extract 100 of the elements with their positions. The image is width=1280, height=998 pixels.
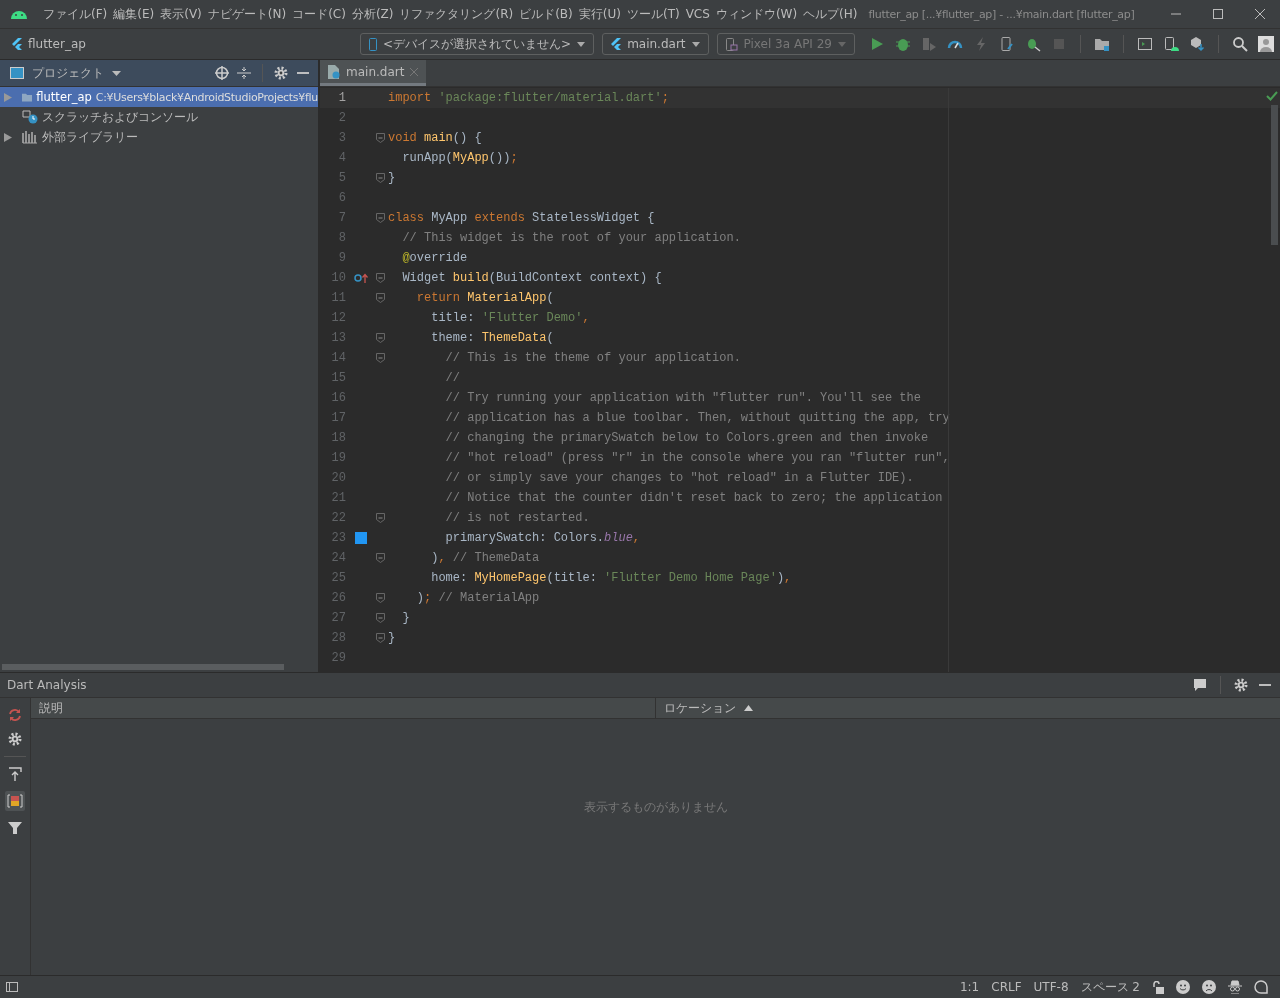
sdk-download-icon[interactable] — [1189, 36, 1205, 52]
override-icon[interactable] — [354, 273, 368, 283]
status-item[interactable]: スペース 2 — [1080, 978, 1140, 996]
collapse-all-icon[interactable] — [237, 66, 251, 80]
column-header[interactable]: ロケーション — [656, 698, 753, 718]
menu-item[interactable]: 実行(U) — [575, 5, 624, 23]
fold-icon[interactable] — [376, 333, 385, 343]
line-number: 5 — [337, 171, 346, 185]
settings-icon[interactable] — [8, 732, 22, 746]
flutter-logo-icon — [12, 37, 22, 51]
fold-icon[interactable] — [376, 553, 385, 563]
code-line: Widget build(BuildContext context) { — [401, 271, 662, 285]
line-number: 28 — [330, 631, 346, 645]
panel-toggle-icon[interactable] — [6, 982, 18, 992]
inspector-icon[interactable] — [1228, 980, 1242, 994]
menu-item[interactable]: ファイル(F) — [40, 5, 111, 23]
search-icon[interactable] — [1232, 36, 1248, 52]
menu-item[interactable]: ナビゲート(N) — [204, 5, 290, 23]
speech-bubble-icon[interactable] — [1254, 980, 1268, 994]
settings-icon[interactable] — [1234, 678, 1248, 692]
status-item[interactable]: CRLF — [991, 980, 1022, 994]
line-number: 10 — [330, 271, 346, 285]
editor-tab[interactable]: main.dart — [320, 60, 427, 86]
fold-icon[interactable] — [376, 353, 385, 363]
line-number: 26 — [330, 591, 346, 605]
line-number: 23 — [330, 531, 346, 545]
scrollbar-thumb[interactable] — [2, 664, 284, 670]
menu-item[interactable]: リファクタリング(R) — [396, 5, 517, 23]
fold-icon[interactable] — [376, 613, 385, 623]
menu-item[interactable]: 編集(E) — [110, 5, 158, 23]
tree-item[interactable]: スクラッチおよびコンソール — [0, 107, 318, 127]
export-icon[interactable] — [8, 767, 22, 781]
filter-icon[interactable] — [8, 821, 22, 835]
settings-icon[interactable] — [274, 66, 288, 80]
phone-icon — [369, 37, 378, 51]
folder-icon[interactable] — [1094, 36, 1110, 52]
tree-item[interactable]: 外部ライブラリー — [0, 127, 318, 147]
fold-icon[interactable] — [376, 633, 385, 643]
device-manager-icon[interactable] — [1163, 36, 1179, 52]
line-number: 12 — [330, 311, 346, 325]
fold-icon[interactable] — [376, 513, 385, 523]
menu-item[interactable]: コード(C) — [289, 5, 349, 23]
fold-icon[interactable] — [376, 213, 385, 223]
sad-face-icon[interactable] — [1202, 980, 1216, 994]
status-item[interactable]: 1:1 — [959, 980, 980, 994]
menu-item[interactable]: VCS — [682, 7, 713, 21]
crosshair-icon[interactable] — [215, 66, 229, 80]
fold-icon[interactable] — [376, 293, 385, 303]
device-dropdown[interactable]: <デバイスが選択されていません> — [360, 33, 595, 55]
menu-item[interactable]: ウィンドウ(W) — [712, 5, 801, 23]
close-icon[interactable] — [1254, 8, 1266, 20]
tree-item[interactable]: flutter_ap C:¥Users¥black¥AndroidStudioProjects¥flu — [0, 87, 318, 107]
window-title: flutter_ap [...¥flutter_ap] - ...¥main.dart [flutter_ap] — [868, 7, 1135, 21]
line-number: 22 — [330, 511, 346, 525]
menu-item[interactable]: 分析(Z) — [348, 5, 397, 23]
fold-icon[interactable] — [376, 133, 385, 143]
fold-icon[interactable] — [376, 593, 385, 603]
line-number: 17 — [330, 411, 346, 425]
code-line: } — [388, 171, 396, 185]
maximize-icon[interactable] — [1212, 8, 1224, 20]
terminal-icon[interactable] — [1137, 36, 1153, 52]
smiley-icon[interactable] — [1176, 980, 1190, 994]
code-line: void main() { — [388, 131, 482, 145]
color-swatch[interactable] — [355, 532, 367, 544]
group-icon[interactable] — [5, 791, 25, 811]
column-header[interactable]: 説明 — [31, 698, 656, 718]
panel-title: Dart Analysis — [7, 678, 87, 692]
menu-item[interactable]: ツール(T) — [623, 5, 683, 23]
project-breadcrumb[interactable]: flutter_ap — [12, 37, 86, 51]
line-number: 13 — [330, 331, 346, 345]
code-line: // Try running your application with "flutter run". You'll see the — [444, 391, 921, 405]
code-line: ); // MaterialApp — [415, 591, 540, 605]
menu-item[interactable]: ビルド(B) — [516, 5, 576, 23]
panel-title[interactable]: プロジェクト — [32, 64, 104, 82]
fold-icon[interactable] — [376, 273, 385, 283]
caret-icon — [577, 41, 586, 47]
status-item[interactable]: UTF-8 — [1033, 980, 1069, 994]
code-line: home: MyHomePage(title: 'Flutter Demo Home Page'), — [430, 571, 792, 585]
code-line: ), // ThemeData — [430, 551, 540, 565]
caret-icon[interactable] — [112, 70, 121, 76]
unlock-icon[interactable] — [1152, 980, 1164, 994]
menu-item[interactable]: ヘルプ(H) — [800, 5, 861, 23]
chat-icon[interactable] — [1193, 678, 1207, 692]
code-line: // application has a blue toolbar. Then, without quitting the app, try — [444, 411, 950, 425]
file-icon — [328, 64, 340, 79]
phone-icon — [725, 37, 738, 51]
line-number: 21 — [330, 491, 346, 505]
line-number: 9 — [337, 251, 346, 265]
code-line: primarySwatch: Colors.blue, — [444, 531, 641, 545]
run-config-dropdown[interactable]: main.dart — [602, 33, 709, 55]
run-icon[interactable] — [869, 36, 885, 52]
phone-icon[interactable] — [999, 36, 1015, 52]
menu-item[interactable]: 表示(V) — [157, 5, 205, 23]
refresh-icon[interactable] — [8, 708, 22, 722]
code-line: // or simply save your changes to "hot reload" in a Flutter IDE). — [444, 471, 914, 485]
library-bars-icon — [22, 130, 38, 144]
code-line: // — [444, 371, 460, 385]
expand-arrow-icon[interactable] — [4, 132, 12, 142]
scrollbar-thumb[interactable] — [1271, 105, 1278, 245]
fold-icon[interactable] — [376, 173, 385, 183]
